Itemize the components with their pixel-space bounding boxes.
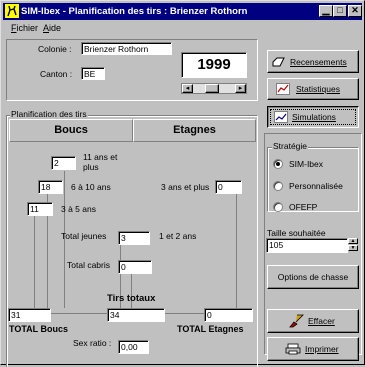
total-boucs-field[interactable]: 31 xyxy=(8,308,51,322)
simulation-chart-icon xyxy=(274,111,288,123)
minimize-icon: ▁ xyxy=(322,5,330,15)
recensements-label: Recensements xyxy=(290,56,347,67)
colonie-field[interactable]: Brienzer Rothorn xyxy=(81,42,172,55)
printer-icon xyxy=(285,343,301,355)
ibex-app-icon xyxy=(5,4,19,18)
minimize-button[interactable]: ▁ xyxy=(319,5,333,17)
total-etagnes-label: TOTAL Etagnes xyxy=(177,324,244,334)
brush-icon xyxy=(289,314,304,328)
spin-up-icon: ▲ xyxy=(350,238,356,244)
window-title: SIM-Ibex - Planification des tirs : Brie… xyxy=(21,6,248,17)
canton-field[interactable]: BE xyxy=(81,67,105,80)
simulations-button[interactable]: Simulations xyxy=(267,106,359,128)
taille-souhaitee-label: Taille souhaitée xyxy=(267,228,326,238)
eraser-diamond-icon xyxy=(272,57,285,66)
total-etagnes-field[interactable]: 0 xyxy=(204,308,253,322)
strategie-title: Stratégie xyxy=(272,141,309,151)
etagnes-3-plus-label: 3 ans et plus xyxy=(161,182,210,192)
year-scrollbar[interactable]: ◂ ▸ xyxy=(181,83,247,94)
year-next-button[interactable]: ▸ xyxy=(235,84,246,93)
menu-aide[interactable]: Aide xyxy=(43,23,61,33)
arrow-right-icon: ▸ xyxy=(238,85,243,92)
options-chasse-button[interactable]: Options de chasse xyxy=(267,265,359,289)
taille-souhaitee-field[interactable]: 105 xyxy=(266,238,348,253)
boucs-6-10-field[interactable]: 18 xyxy=(38,180,63,194)
boucs-3-5-label: 3 à 5 ans xyxy=(61,204,96,214)
total-cabris-field[interactable]: 0 xyxy=(118,260,152,274)
recensements-button[interactable]: Recensements xyxy=(267,50,359,73)
colonie-label: Colonie : xyxy=(38,44,72,54)
etagnes-tree-line xyxy=(236,194,237,308)
total-boucs-label: TOTAL Boucs xyxy=(9,324,69,334)
boucs-11-plus-label-1: 11 ans et xyxy=(83,152,118,162)
year-display: 1999 xyxy=(181,52,247,78)
radio-ofefp[interactable] xyxy=(273,202,283,212)
radio-sim-ibex[interactable] xyxy=(273,159,283,169)
spin-down-icon: ▼ xyxy=(350,245,356,251)
spin-down-button[interactable]: ▼ xyxy=(348,245,358,251)
boucs-3-5-field[interactable]: 11 xyxy=(27,202,53,216)
imprimer-label: Imprimer xyxy=(305,344,339,354)
boucs-6-10-label: 6 à 10 ans xyxy=(71,182,111,192)
tirs-totaux-field[interactable]: 34 xyxy=(107,308,165,322)
year-scroll-thumb[interactable] xyxy=(205,84,219,93)
effacer-label: Effacer xyxy=(308,316,335,326)
age-1-2-label: 1 et 2 ans xyxy=(159,231,197,241)
boucs-header: Boucs xyxy=(9,119,133,142)
year-prev-button[interactable]: ◂ xyxy=(182,84,193,93)
total-jeunes-label: Total jeunes xyxy=(61,231,107,241)
boucs-tree-line-1 xyxy=(34,216,35,308)
planification-title: Planification des tirs xyxy=(10,109,88,119)
imprimer-button[interactable]: Imprimer xyxy=(267,337,359,361)
options-chasse-label: Options de chasse xyxy=(277,272,349,282)
title-bar[interactable]: SIM-Ibex - Planification des tirs : Brie… xyxy=(3,3,362,20)
sex-ratio-label: Sex ratio : xyxy=(73,338,112,348)
menu-fichier[interactable]: Fichier xyxy=(11,23,38,33)
boucs-11-plus-label-2: plus xyxy=(83,162,99,172)
etagnes-header: Etagnes xyxy=(133,119,256,142)
spin-up-button[interactable]: ▲ xyxy=(348,238,358,244)
radio-sim-ibex-label[interactable]: SIM-Ibex xyxy=(289,159,323,169)
statistiques-button[interactable]: Statistiques xyxy=(267,78,359,100)
sex-ratio-field[interactable]: 0,00 xyxy=(118,340,149,354)
total-cabris-label: Total cabris xyxy=(67,260,110,270)
main-window: SIM-Ibex - Planification des tirs : Brie… xyxy=(0,0,365,367)
radio-personnalisee[interactable] xyxy=(273,181,283,191)
maximize-icon: □ xyxy=(337,5,343,15)
arrow-left-icon: ◂ xyxy=(185,85,190,92)
statistiques-label: Statistiques xyxy=(296,84,340,94)
close-icon: ✕ xyxy=(351,5,359,15)
radio-ofefp-label[interactable]: OFEFP xyxy=(289,202,317,212)
effacer-button[interactable]: Effacer xyxy=(267,309,359,333)
canton-label: Canton : xyxy=(40,69,73,79)
total-jeunes-field[interactable]: 3 xyxy=(118,231,150,245)
menu-bar: Fichier Aide xyxy=(3,21,362,36)
close-button[interactable]: ✕ xyxy=(348,5,362,17)
simulations-label: Simulations xyxy=(292,112,336,122)
maximize-button[interactable]: □ xyxy=(333,5,347,17)
etagnes-3-plus-field[interactable]: 0 xyxy=(215,180,242,194)
radio-personnalisee-label[interactable]: Personnalisée xyxy=(289,181,343,191)
chart-icon xyxy=(276,83,290,95)
tirs-totaux-label: Tirs totaux xyxy=(107,293,156,304)
boucs-11-plus-field[interactable]: 2 xyxy=(51,156,76,170)
